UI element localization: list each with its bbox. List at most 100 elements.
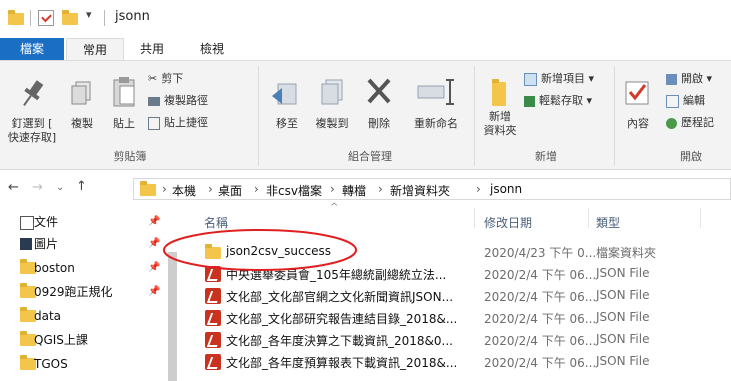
- file-name: 文化部_各年度預算報表下載資訊_2018&...: [226, 356, 458, 370]
- easy-access-icon: [524, 95, 535, 107]
- file-type: JSON File: [596, 266, 650, 280]
- nav-item-documents[interactable]: 文件: [34, 211, 58, 233]
- ribbon-separator: [474, 66, 475, 166]
- move-to-button[interactable]: 移至: [266, 74, 308, 134]
- column-divider[interactable]: [700, 208, 701, 228]
- nav-item-0929[interactable]: 0929跑正規化: [34, 281, 144, 303]
- properties-check-icon: [625, 81, 649, 105]
- pin-icon: 📌: [148, 262, 161, 273]
- breadcrumb-desktop[interactable]: 桌面: [218, 182, 242, 199]
- new-folder-button[interactable]: 新增 資料夾: [478, 74, 522, 144]
- nav-item-qgis[interactable]: QGIS上課: [34, 329, 88, 351]
- cut-button[interactable]: ✂ 剪下: [148, 70, 183, 88]
- file-name: 文化部_各年度決算之下載資訊_2018&0...: [226, 334, 453, 348]
- file-date: 2020/4/23 下午 0...: [484, 246, 597, 260]
- new-item-button[interactable]: 新增項目 ▾: [524, 70, 594, 88]
- pictures-icon: [20, 238, 32, 250]
- breadcrumb-separator-icon[interactable]: ›: [254, 182, 259, 196]
- history-button[interactable]: 歷程記: [666, 114, 714, 132]
- tab-share[interactable]: 共用: [128, 38, 176, 60]
- breadcrumb-separator-icon[interactable]: ›: [330, 182, 335, 196]
- delete-x-icon: [367, 78, 391, 104]
- file-date: 2020/2/4 下午 06...: [484, 268, 597, 282]
- pin-label-line2: 快速存取]: [7, 131, 57, 144]
- address-folder-icon: [140, 181, 156, 196]
- tab-home[interactable]: 常用: [66, 38, 124, 60]
- new-folder-label-line1: 新增: [489, 110, 511, 123]
- customize-quick-access-icon[interactable]: ▾: [86, 8, 92, 21]
- ribbon-separator: [258, 66, 259, 166]
- column-header-modified[interactable]: 修改日期: [484, 214, 532, 231]
- back-arrow-icon[interactable]: ←: [8, 180, 19, 195]
- cut-label: 剪下: [161, 72, 184, 85]
- delete-button[interactable]: 刪除: [360, 74, 398, 134]
- paste-shortcut-icon: [148, 116, 160, 130]
- file-type: JSON File: [596, 354, 650, 368]
- easy-access-button[interactable]: 輕鬆存取 ▾: [524, 92, 592, 110]
- nav-item-data[interactable]: data: [34, 305, 61, 327]
- new-item-icon: [524, 72, 537, 86]
- nav-item-tgos[interactable]: TGOS: [34, 353, 68, 375]
- breadcrumb-separator-icon[interactable]: ›: [162, 182, 167, 196]
- history-icon: [666, 117, 677, 129]
- easy-access-label: 輕鬆存取 ▾: [539, 94, 593, 107]
- delete-label: 刪除: [368, 117, 390, 130]
- move-to-icon: [272, 83, 297, 105]
- copy-path-button[interactable]: 複製路徑: [148, 92, 208, 110]
- paste-shortcut-button[interactable]: 貼上捷徑: [148, 114, 208, 132]
- new-folder-icon: [492, 79, 506, 106]
- copy-path-label: 複製路徑: [164, 94, 208, 107]
- json-file-icon: [205, 310, 221, 326]
- copy-button[interactable]: 複製: [62, 74, 102, 134]
- copy-to-button[interactable]: 複製到: [310, 74, 354, 134]
- new-folder-label-line2: 資料夾: [483, 124, 517, 137]
- column-header-type[interactable]: 類型: [596, 214, 620, 231]
- column-divider[interactable]: [474, 208, 475, 228]
- up-arrow-icon[interactable]: ↑: [76, 179, 87, 194]
- breadcrumb-separator-icon[interactable]: ›: [476, 182, 481, 196]
- new-folder-quick-access-icon[interactable]: [62, 10, 78, 25]
- breadcrumb-this-pc[interactable]: 本機: [172, 182, 196, 199]
- edit-button[interactable]: 編輯: [666, 92, 705, 110]
- open-button[interactable]: 開啟 ▾: [666, 70, 712, 88]
- nav-item-pictures[interactable]: 圖片: [34, 233, 58, 255]
- forward-arrow-icon[interactable]: →: [32, 180, 43, 195]
- tab-file[interactable]: 檔案: [0, 38, 64, 60]
- file-date: 2020/2/4 下午 06...: [484, 290, 597, 304]
- properties-quick-access-icon[interactable]: [38, 10, 54, 26]
- pin-label-line1: 釘選到 [: [11, 117, 53, 130]
- file-name: 文化部_文化部研究報告連結目錄_2018&...: [226, 312, 458, 326]
- group-label-clipboard: 剪貼簿: [113, 150, 147, 163]
- json-file-icon: [205, 288, 221, 304]
- paste-icon: [113, 77, 135, 107]
- file-name: 文化部_文化部官網之文化新聞資訊JSON...: [226, 290, 454, 304]
- pin-to-quick-access-button[interactable]: 釘選到 [ 快速存取]: [4, 74, 60, 146]
- ribbon-separator: [614, 66, 615, 166]
- group-label-organize: 組合管理: [348, 150, 392, 163]
- group-label-open: 開啟: [680, 150, 702, 163]
- file-type: JSON File: [596, 332, 650, 346]
- file-date: 2020/2/4 下午 06...: [484, 356, 597, 370]
- json-file-icon: [205, 332, 221, 348]
- properties-button[interactable]: 內容: [618, 74, 658, 134]
- move-to-label: 移至: [276, 117, 298, 130]
- breadcrumb-separator-icon[interactable]: ›: [378, 182, 383, 196]
- paste-button[interactable]: 貼上: [104, 74, 144, 134]
- copy-to-icon: [321, 79, 343, 105]
- recent-locations-chevron-icon[interactable]: ⌄: [56, 182, 64, 193]
- breadcrumb-jsonn[interactable]: jsonn: [490, 182, 522, 196]
- rename-button[interactable]: 重新命名: [404, 74, 468, 134]
- sort-indicator-icon: ^: [330, 202, 339, 213]
- rename-icon: [417, 79, 454, 105]
- breadcrumb-separator-icon[interactable]: ›: [208, 182, 213, 196]
- column-divider[interactable]: [588, 208, 589, 228]
- nav-item-boston[interactable]: boston: [34, 257, 75, 279]
- scissors-icon: ✂: [148, 72, 158, 85]
- breadcrumb-non-csv[interactable]: 非csv檔案: [266, 182, 322, 199]
- breadcrumb-convert[interactable]: 轉檔: [342, 182, 366, 199]
- edit-icon: [666, 94, 679, 108]
- tab-view[interactable]: 檢視: [188, 38, 236, 60]
- divider: [104, 10, 105, 26]
- edit-label: 編輯: [683, 94, 705, 107]
- breadcrumb-new-folder[interactable]: 新增資料夾: [390, 182, 450, 199]
